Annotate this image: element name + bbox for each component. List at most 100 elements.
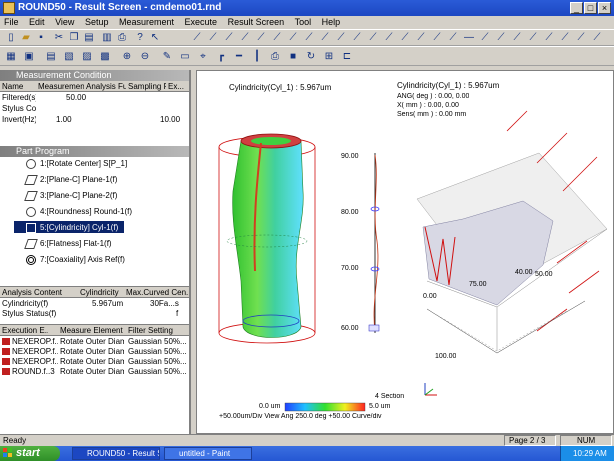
graph-icon[interactable]: ▧: [62, 50, 76, 63]
tool-k-icon[interactable]: ⟋: [350, 31, 364, 44]
analysis-row2-name[interactable]: Stylus Status(f): [2, 309, 72, 318]
tree-item-3[interactable]: 3:[Plane-C] Plane-2(f): [24, 191, 117, 201]
analysis-row1-name[interactable]: Cylindricity(f): [2, 299, 72, 308]
tool-m-icon[interactable]: ⟋: [382, 31, 396, 44]
tool-a-icon[interactable]: ⟋: [190, 31, 204, 44]
copy-icon[interactable]: ❐: [67, 31, 81, 44]
mc-col-analysis[interactable]: Analysis Fun...: [86, 82, 126, 91]
tool-q-icon[interactable]: ⟋: [446, 31, 460, 44]
tree-item-1[interactable]: 1:[Rotate Center] S[P_1]: [26, 159, 127, 169]
exec-row2-id[interactable]: NEXEROP.f..1: [12, 347, 58, 356]
tool-n-icon[interactable]: ⟋: [398, 31, 412, 44]
select-icon[interactable]: ▭: [178, 50, 192, 63]
close-button[interactable]: ×: [598, 2, 611, 14]
tool-d-icon[interactable]: ⟋: [238, 31, 252, 44]
colorbar: [284, 402, 366, 412]
help-icon[interactable]: ?: [133, 31, 147, 44]
paste-icon[interactable]: ▤: [82, 31, 96, 44]
menu-view[interactable]: View: [51, 16, 78, 29]
tool-i-icon[interactable]: ⟋: [318, 31, 332, 44]
axis-label-bottom: 60.00: [341, 325, 359, 332]
menu-result-screen[interactable]: Result Screen: [224, 16, 289, 29]
new-file-icon[interactable]: ▯: [4, 31, 18, 44]
tool-c-icon[interactable]: ⟋: [222, 31, 236, 44]
mc-col-sampling[interactable]: Sampling P...: [128, 82, 166, 91]
tool-e-icon[interactable]: ⟋: [254, 31, 268, 44]
menu-setup[interactable]: Setup: [81, 16, 113, 29]
analysis-col-contents[interactable]: Analysis Contents: [2, 288, 62, 297]
taskbar-item-round50[interactable]: ROUND50 - Result Scr...: [72, 447, 160, 460]
mc-col-name[interactable]: Name: [2, 82, 36, 91]
print-view-icon[interactable]: ⎙: [268, 50, 282, 63]
mc-row1-value: 50.00: [66, 93, 87, 102]
exec-row1-id[interactable]: NEXEROP.f..0: [12, 337, 58, 346]
rotate-center-icon: [26, 159, 36, 169]
tool-j-icon[interactable]: ⟋: [334, 31, 348, 44]
minimize-button[interactable]: _: [570, 2, 583, 14]
analysis-col-maxcurved[interactable]: Max.Curved Cen...: [126, 288, 188, 297]
menu-tool[interactable]: Tool: [291, 16, 316, 29]
edit-icon[interactable]: ✎: [160, 50, 174, 63]
exec-col-filter[interactable]: Filter Setting: [128, 326, 188, 335]
save-icon[interactable]: ▪: [34, 31, 48, 44]
measure-icon[interactable]: ┃: [250, 50, 264, 63]
cut-icon[interactable]: ✂: [52, 31, 66, 44]
tree-item-7[interactable]: 7:[Coaxiality] Axis Ref(f): [26, 255, 125, 265]
image-icon[interactable]: ▩: [98, 50, 112, 63]
tool-p-icon[interactable]: ⟋: [430, 31, 444, 44]
menu-measurement[interactable]: Measurement: [115, 16, 178, 29]
tool-u-icon[interactable]: ⟋: [510, 31, 524, 44]
menu-execute[interactable]: Execute: [181, 16, 222, 29]
tree-item-4[interactable]: 4:[Roundness] Round-1(f): [26, 207, 132, 217]
zoom-out-icon[interactable]: ⊖: [138, 50, 152, 63]
menu-help[interactable]: Help: [318, 16, 345, 29]
tool-y-icon[interactable]: ⟋: [574, 31, 588, 44]
context-help-icon[interactable]: ↖: [148, 31, 162, 44]
bracket-icon[interactable]: ⊏: [340, 50, 354, 63]
ruler-icon[interactable]: ━: [232, 50, 246, 63]
tree-item-5[interactable]: 5:[Cylindricity] Cyl-1(f): [26, 223, 118, 233]
taskbar-item-paint[interactable]: untitled - Paint: [164, 447, 252, 460]
plane-icon: [24, 191, 38, 201]
window-icon[interactable]: ▣: [22, 50, 36, 63]
exec-row4-id[interactable]: ROUND.f..3: [12, 367, 58, 376]
zoom-in-icon[interactable]: ⊕: [120, 50, 134, 63]
mc-col-measurement[interactable]: Measurement ...: [38, 82, 84, 91]
maximize-button[interactable]: □: [584, 2, 597, 14]
tool-x-icon[interactable]: ⟋: [558, 31, 572, 44]
tool-o-icon[interactable]: ⟋: [414, 31, 428, 44]
tree-item-6[interactable]: 6:[Flatness] Flat-1(f): [24, 239, 112, 249]
split-icon[interactable]: ⊞: [322, 50, 336, 63]
figure-icon[interactable]: ▨: [80, 50, 94, 63]
tool-l-icon[interactable]: ⟋: [366, 31, 380, 44]
table-icon[interactable]: ▤: [44, 50, 58, 63]
tool-f-icon[interactable]: ⟋: [270, 31, 284, 44]
marker-icon[interactable]: ⌖: [196, 50, 210, 63]
tool-r-icon[interactable]: —: [462, 31, 476, 44]
tree-item-2[interactable]: 2:[Plane-C] Plane-1(f): [24, 175, 117, 185]
tool-v-icon[interactable]: ⟋: [526, 31, 540, 44]
tool-b-icon[interactable]: ⟋: [206, 31, 220, 44]
mc-col-ex[interactable]: Ex...: [168, 82, 188, 91]
layout-icon[interactable]: ▦: [4, 50, 18, 63]
menu-file[interactable]: File: [0, 16, 23, 29]
result-view[interactable]: Cylindricity(Cyl_1) : 5.967um Cylindrici…: [196, 70, 614, 434]
print-preview-icon[interactable]: ▥: [100, 31, 114, 44]
tool-h-icon[interactable]: ⟋: [302, 31, 316, 44]
mc-row3-value: 1.00: [56, 115, 72, 124]
tool-t-icon[interactable]: ⟋: [494, 31, 508, 44]
tool-g-icon[interactable]: ⟋: [286, 31, 300, 44]
stop-icon[interactable]: ■: [286, 50, 300, 63]
menu-edit[interactable]: Edit: [25, 16, 49, 29]
open-folder-icon[interactable]: ▰: [19, 31, 33, 44]
tool-z-icon[interactable]: ⟋: [590, 31, 604, 44]
tool-s-icon[interactable]: ⟋: [478, 31, 492, 44]
print-icon[interactable]: ⎙: [115, 31, 129, 44]
refresh-icon[interactable]: ↻: [304, 50, 318, 63]
exec-col-execution[interactable]: Execution E...: [2, 326, 48, 335]
tool-w-icon[interactable]: ⟋: [542, 31, 556, 44]
exec-row3-id[interactable]: NEXEROP.f..2: [12, 357, 58, 366]
cursor-icon[interactable]: ┏: [214, 50, 228, 63]
analysis-col-cylindricity[interactable]: Cylindricity: [80, 288, 120, 297]
exec-col-element[interactable]: Measure Element: [60, 326, 124, 335]
